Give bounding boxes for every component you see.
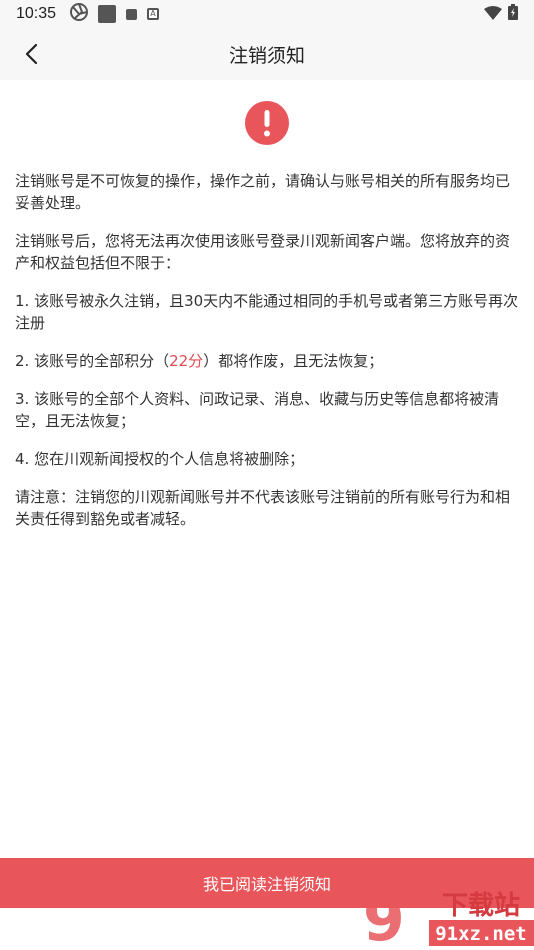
chevron-left-icon (25, 43, 38, 65)
notification-icons: A (70, 3, 160, 25)
watermark-logo: 9 下载站 91xz.net (363, 885, 534, 950)
svg-text:91xz.net: 91xz.net (435, 923, 527, 945)
svg-text:下载站: 下载站 (442, 891, 520, 921)
notice-item: 2. 该账号的全部积分（22分）都将作废，且无法恢复； (15, 350, 521, 372)
notice-item-prefix: 2. 该账号的全部积分（ (15, 352, 170, 370)
aperture-icon (70, 3, 89, 25)
page-title: 注销须知 (228, 44, 305, 67)
points-value: 22分 (169, 352, 204, 370)
svg-text:9: 9 (363, 890, 405, 950)
a-icon: A (147, 8, 160, 20)
notice-item: 3. 该账号的全部个人资料、问政记录、消息、收藏与历史等信息都将被清空，且无法恢… (15, 390, 500, 430)
notice-content: 注销账号是不可恢复的操作，操作之前，请确认与账号相关的所有服务均已妥善处理。 注… (15, 170, 521, 546)
notice-paragraph: 请注意：注销您的川观新闻账号并不代表该账号注销前的所有账号行为和相关责任得到豁免… (15, 488, 511, 528)
app-notification-icon-small (126, 8, 138, 20)
notice-item-suffix: ）都将作废，且无法恢复； (203, 352, 384, 370)
exclamation-alert-icon (245, 101, 289, 145)
system-icons (484, 4, 518, 24)
navigation-bar: 注销须知 (0, 28, 534, 80)
app-notification-icon (98, 5, 117, 23)
battery-icon (508, 4, 518, 24)
notice-paragraph: 注销账号后，您将无法再次使用该账号登录川观新闻客户端。您将放弃的资产和权益包括但… (15, 232, 511, 272)
notice-item: 4. 您在川观新闻授权的个人信息将被删除； (15, 450, 305, 468)
status-bar: 10:35 A (0, 0, 534, 28)
wifi-icon (484, 5, 502, 24)
notice-item: 1. 该账号被永久注销，且30天内不能通过相同的手机号或者第三方账号再次注册 (15, 292, 519, 332)
status-time: 10:35 (16, 5, 57, 22)
back-button[interactable] (14, 38, 48, 70)
confirm-read-button-label: 我已阅读注销须知 (202, 875, 331, 894)
notice-paragraph: 注销账号是不可恢复的操作，操作之前，请确认与账号相关的所有服务均已妥善处理。 (15, 172, 511, 212)
